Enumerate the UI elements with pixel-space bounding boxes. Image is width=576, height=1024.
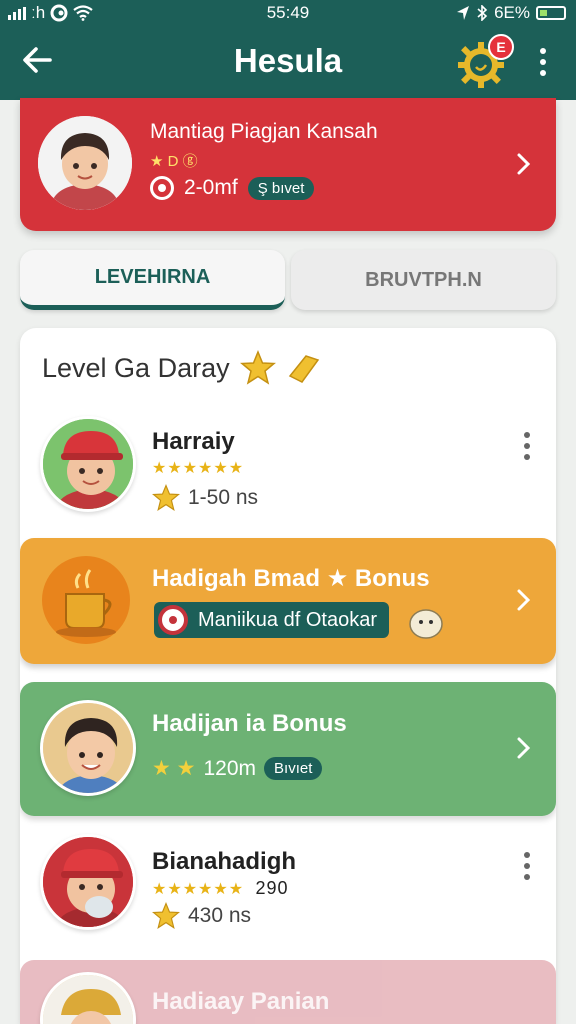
tab-bar: LEVEHIRNA BRUVTPH.N [20, 250, 556, 310]
bluetooth-icon [477, 5, 488, 21]
player-extra: 290 [255, 878, 289, 898]
list-item[interactable]: Bianahadigh ★★★★★★ 290 430 ns [20, 828, 556, 954]
claim-bonus-label: Maniikua df Otaokar [198, 608, 377, 631]
target-icon [150, 176, 174, 200]
battery-percent: 6E% [494, 3, 530, 22]
bonus-stat-row: ★ ★ 120m Bıvıet [152, 756, 323, 781]
gold-bar-icon [288, 355, 319, 383]
notification-badge: E [488, 34, 514, 60]
claim-bonus-button[interactable]: Maniikua df Otaokar [154, 602, 389, 638]
bonus-title: Hadiaay Panian [152, 988, 330, 1015]
player-stat-row: 1-50 ns [152, 484, 258, 512]
bonus-pill[interactable]: Bıvıet [264, 757, 323, 780]
player-avatar [40, 416, 136, 512]
list-item[interactable]: Harraiy ★★★★★★ 1-50 ns [20, 412, 556, 538]
bonus-stat-value: 120m [203, 756, 257, 780]
bonus-title: Hadigah Bmad ★ Bonus [152, 565, 430, 592]
timer-icon [158, 605, 188, 635]
chevron-right-icon [517, 153, 531, 175]
bonus-avatar [40, 700, 136, 796]
location-icon [457, 6, 470, 20]
more-options-icon[interactable] [536, 46, 550, 78]
bonus-stars: ★ ★ [152, 757, 196, 780]
bonus-card-pink[interactable]: Hadiaay Panian [20, 960, 556, 1024]
chevron-right-icon [517, 589, 531, 611]
row-menu-icon[interactable] [522, 852, 532, 880]
star-icon [152, 484, 180, 511]
player-stars: ★★★★★★ [152, 460, 245, 477]
player-stars-text: ★★★★★★ [152, 881, 245, 898]
status-bar: ːh 55:49 6E% [0, 0, 576, 26]
star-icon [152, 902, 180, 929]
player-name: Harraiy [152, 428, 235, 455]
profile-meta: ★ D ⓖ [150, 153, 198, 170]
bonus-title: Hadijan ia Bonus [152, 710, 347, 737]
app-bar: ːh 55:49 6E% Hesula E [0, 0, 576, 100]
player-name: Bianahadigh [152, 848, 297, 875]
player-avatar [40, 834, 136, 930]
bonus-avatar [40, 972, 136, 1024]
tab-leaderboard[interactable]: LEVEHIRNA [20, 250, 285, 310]
profile-name: Mantiag Piagjan Kansah [150, 120, 378, 143]
bonus-card-orange[interactable]: Hadigah Bmad ★ Bonus Maniikua df Otaokar [20, 538, 556, 664]
bonus-card-green[interactable]: Hadijan ia Bonus ★ ★ 120m Bıvıet [20, 682, 556, 816]
player-stars: ★★★★★★ 290 [152, 878, 289, 899]
profile-stat-row: 2-0mf Ş bıvet [150, 176, 315, 200]
player-score: 430 ns [188, 904, 252, 927]
leaderboard-panel: Level Ga Daray Harraiy ★★★★★★ 1-50 ns Ha… [20, 328, 556, 1024]
section-title: Level Ga Daray [42, 350, 322, 386]
player-score: 1-50 ns [188, 486, 259, 509]
section-title-text: Level Ga Daray [42, 352, 230, 383]
star-icon [239, 350, 276, 385]
row-menu-icon[interactable] [522, 432, 532, 460]
profile-stat-value: 2-0mf [184, 176, 238, 199]
profile-avatar [38, 116, 132, 210]
mascot-icon [409, 609, 443, 639]
coffee-cup-icon [42, 556, 130, 644]
player-stat-row: 430 ns [152, 902, 251, 930]
battery-icon [536, 6, 566, 20]
profile-pill[interactable]: Ş bıvet [247, 176, 315, 200]
profile-card[interactable]: Mantiag Piagjan Kansah ★ D ⓖ 2-0mf Ş bıv… [20, 98, 556, 231]
tab-secondary[interactable]: BRUVTPH.N [291, 250, 556, 310]
chevron-right-icon [517, 737, 531, 759]
